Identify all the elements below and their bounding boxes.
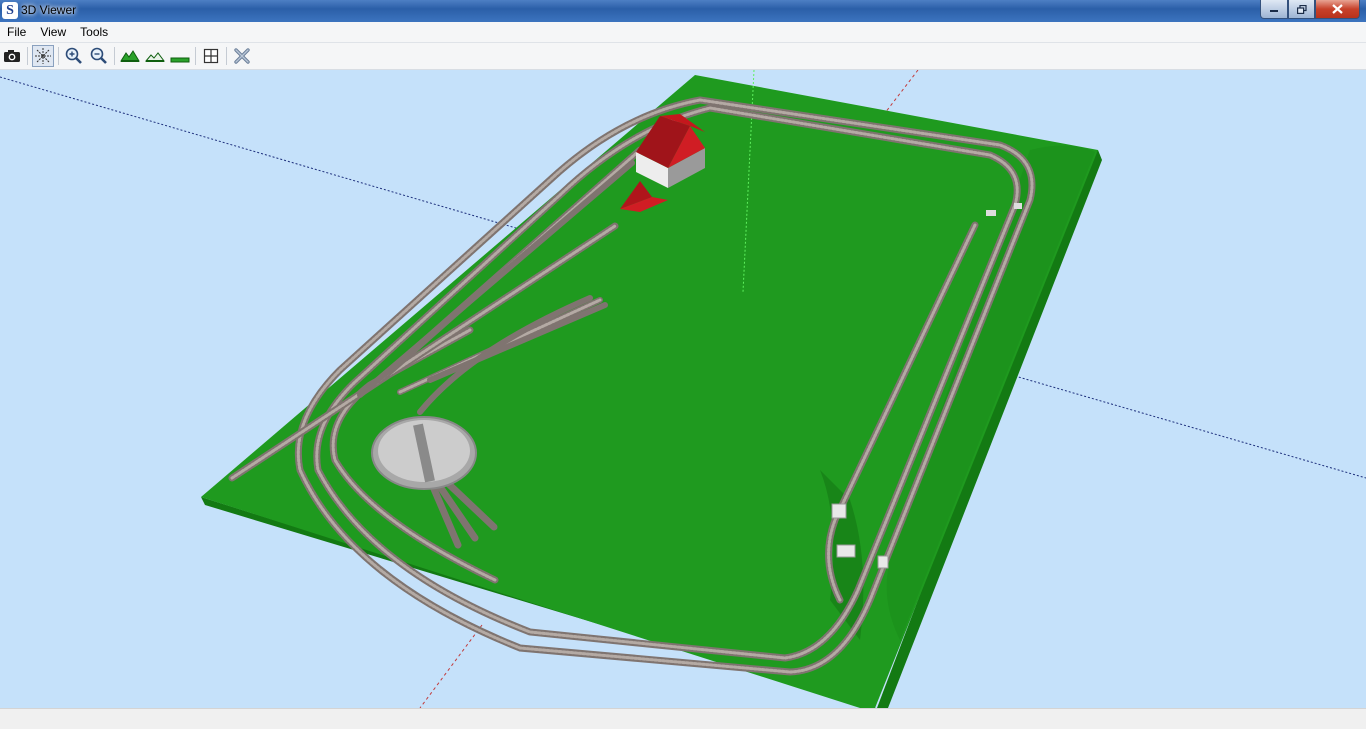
- tunnel-portal-top-2: [1014, 203, 1022, 209]
- close-view-button[interactable]: [231, 45, 253, 67]
- menu-bar: File View Tools: [0, 22, 1366, 43]
- minimize-icon: [1270, 10, 1278, 12]
- tunnel-portal-2: [836, 544, 856, 558]
- close-icon: [1332, 4, 1343, 14]
- app-icon[interactable]: S: [2, 2, 18, 19]
- terrain-flat-button[interactable]: [169, 45, 191, 67]
- window-controls: [1260, 0, 1360, 19]
- camera-button[interactable]: [1, 45, 23, 67]
- window-title: 3D Viewer: [21, 3, 77, 17]
- title-bar: S 3D Viewer: [0, 0, 1366, 23]
- select-tool-button[interactable]: [32, 45, 54, 67]
- terrain-high-icon: [120, 50, 140, 62]
- x-axis-line-far: [1014, 375, 1366, 479]
- zoom-out-button[interactable]: [88, 45, 110, 67]
- restore-button[interactable]: [1288, 0, 1315, 19]
- tunnel-portal-top: [986, 210, 996, 216]
- menu-view[interactable]: View: [33, 22, 73, 42]
- zoom-out-icon: [90, 47, 107, 64]
- y-axis-line: [884, 70, 919, 114]
- select-icon: [35, 48, 51, 64]
- zoom-in-button[interactable]: [63, 45, 85, 67]
- terrain-flat-icon: [170, 57, 190, 63]
- tunnel-portal-3: [877, 555, 889, 569]
- y-axis-line-near: [419, 624, 483, 708]
- close-view-icon: [234, 48, 250, 64]
- 3d-viewport[interactable]: [0, 70, 1366, 708]
- terrain-high-button[interactable]: [119, 45, 141, 67]
- tunnel-portal-1: [831, 503, 847, 519]
- grid-button[interactable]: [200, 45, 222, 67]
- menu-tools[interactable]: Tools: [73, 22, 115, 42]
- camera-icon: [4, 50, 20, 62]
- scene-canvas[interactable]: [0, 70, 1366, 708]
- zoom-in-icon: [65, 47, 82, 64]
- terrain-medium-button[interactable]: [144, 45, 166, 67]
- menu-file[interactable]: File: [0, 22, 33, 42]
- minimize-button[interactable]: [1260, 0, 1288, 19]
- terrain-medium-icon: [145, 52, 165, 62]
- close-button[interactable]: [1315, 0, 1360, 19]
- restore-icon: [1296, 4, 1307, 14]
- status-bar: [0, 708, 1366, 729]
- toolbar: [0, 43, 1366, 70]
- grid-icon: [203, 48, 219, 64]
